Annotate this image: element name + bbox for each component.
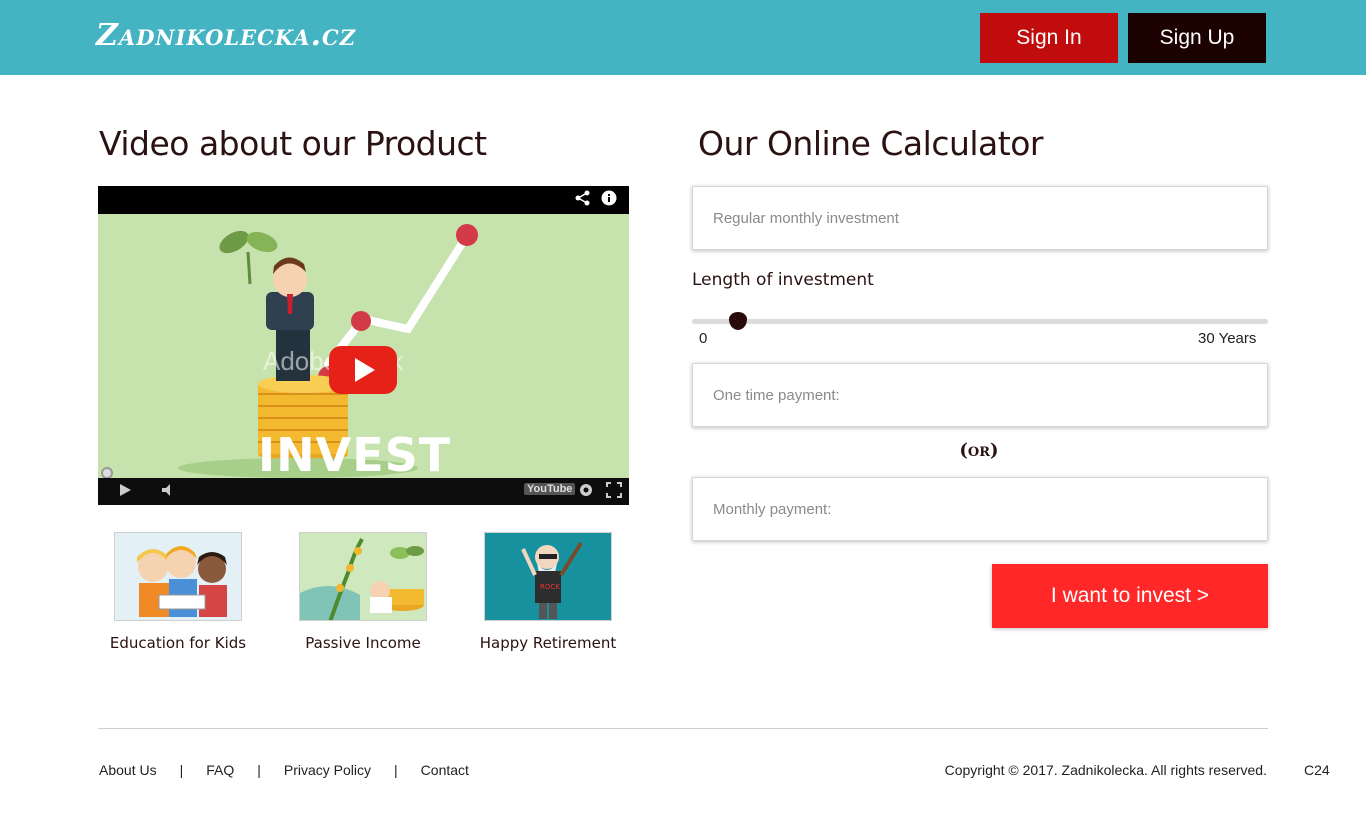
footer-link-about-us[interactable]: About Us	[99, 762, 157, 778]
monthly-investment-field[interactable]	[692, 186, 1268, 250]
sign-up-button[interactable]: Sign Up	[1128, 13, 1266, 63]
slider-max-label: 30 Years	[1198, 330, 1257, 347]
footer-link-privacy-policy[interactable]: Privacy Policy	[284, 762, 371, 778]
svg-text:ROCK: ROCK	[540, 583, 560, 591]
thumbnail-label-education[interactable]: Education for Kids	[98, 634, 258, 652]
footer-nav: About Us | FAQ | Privacy Policy | Contac…	[99, 762, 469, 778]
copyright-text: Copyright © 2017. Zadnikolecka. All righ…	[944, 762, 1267, 778]
video-headline: INVEST	[258, 428, 452, 482]
investment-length-slider-track[interactable]	[692, 319, 1268, 324]
fullscreen-icon[interactable]	[606, 482, 622, 501]
video-player[interactable]: AdobeStock INVEST YouTube	[98, 186, 629, 505]
volume-icon[interactable]	[160, 482, 176, 501]
site-logo[interactable]: Zadnikolecka.cz	[96, 18, 356, 53]
site-header: Zadnikolecka.cz Sign In Sign Up	[0, 0, 1366, 75]
video-topbar	[575, 190, 617, 211]
thumbnail-label-passive-income[interactable]: Passive Income	[283, 634, 443, 652]
settings-icon[interactable]	[578, 482, 594, 501]
monthly-payment-field[interactable]	[692, 477, 1268, 541]
footer-separator: |	[179, 762, 184, 778]
youtube-logo[interactable]: YouTube	[524, 483, 576, 495]
investment-length-label: Length of investment	[692, 270, 874, 290]
video-control-bar: YouTube	[98, 478, 629, 505]
video-frame[interactable]: AdobeStock INVEST	[98, 214, 629, 482]
thumbnail-label-retirement[interactable]: Happy Retirement	[468, 634, 628, 652]
footer-link-contact[interactable]: Contact	[421, 762, 469, 778]
one-time-payment-input[interactable]	[693, 364, 1267, 426]
info-icon[interactable]	[601, 190, 617, 211]
money-plant-image[interactable]	[299, 532, 427, 621]
play-icon[interactable]	[118, 482, 132, 501]
one-time-payment-field[interactable]	[692, 363, 1268, 427]
footer-separator: |	[257, 762, 261, 778]
slider-min-label: 0	[699, 330, 708, 347]
share-icon[interactable]	[575, 190, 591, 211]
investment-length-slider-handle[interactable]	[729, 312, 748, 330]
footer-separator: |	[394, 762, 398, 778]
invest-button[interactable]: I want to invest >	[992, 564, 1268, 628]
youtube-play-button[interactable]	[329, 346, 397, 394]
footer-badge: C24	[1304, 762, 1330, 778]
monthly-investment-input[interactable]	[693, 187, 1267, 249]
calculator-title: Our Online Calculator	[698, 124, 1043, 163]
monthly-payment-input[interactable]	[693, 478, 1267, 540]
or-divider: (or)	[959, 440, 999, 461]
play-icon	[355, 358, 375, 382]
kids-reading-image[interactable]	[114, 532, 242, 621]
footer-link-faq[interactable]: FAQ	[206, 762, 234, 778]
sign-in-button[interactable]: Sign In	[980, 13, 1118, 63]
rock-grandpa-image[interactable]: ROCK	[484, 532, 612, 621]
video-section-title: Video about our Product	[99, 124, 487, 163]
footer-divider	[98, 728, 1268, 729]
